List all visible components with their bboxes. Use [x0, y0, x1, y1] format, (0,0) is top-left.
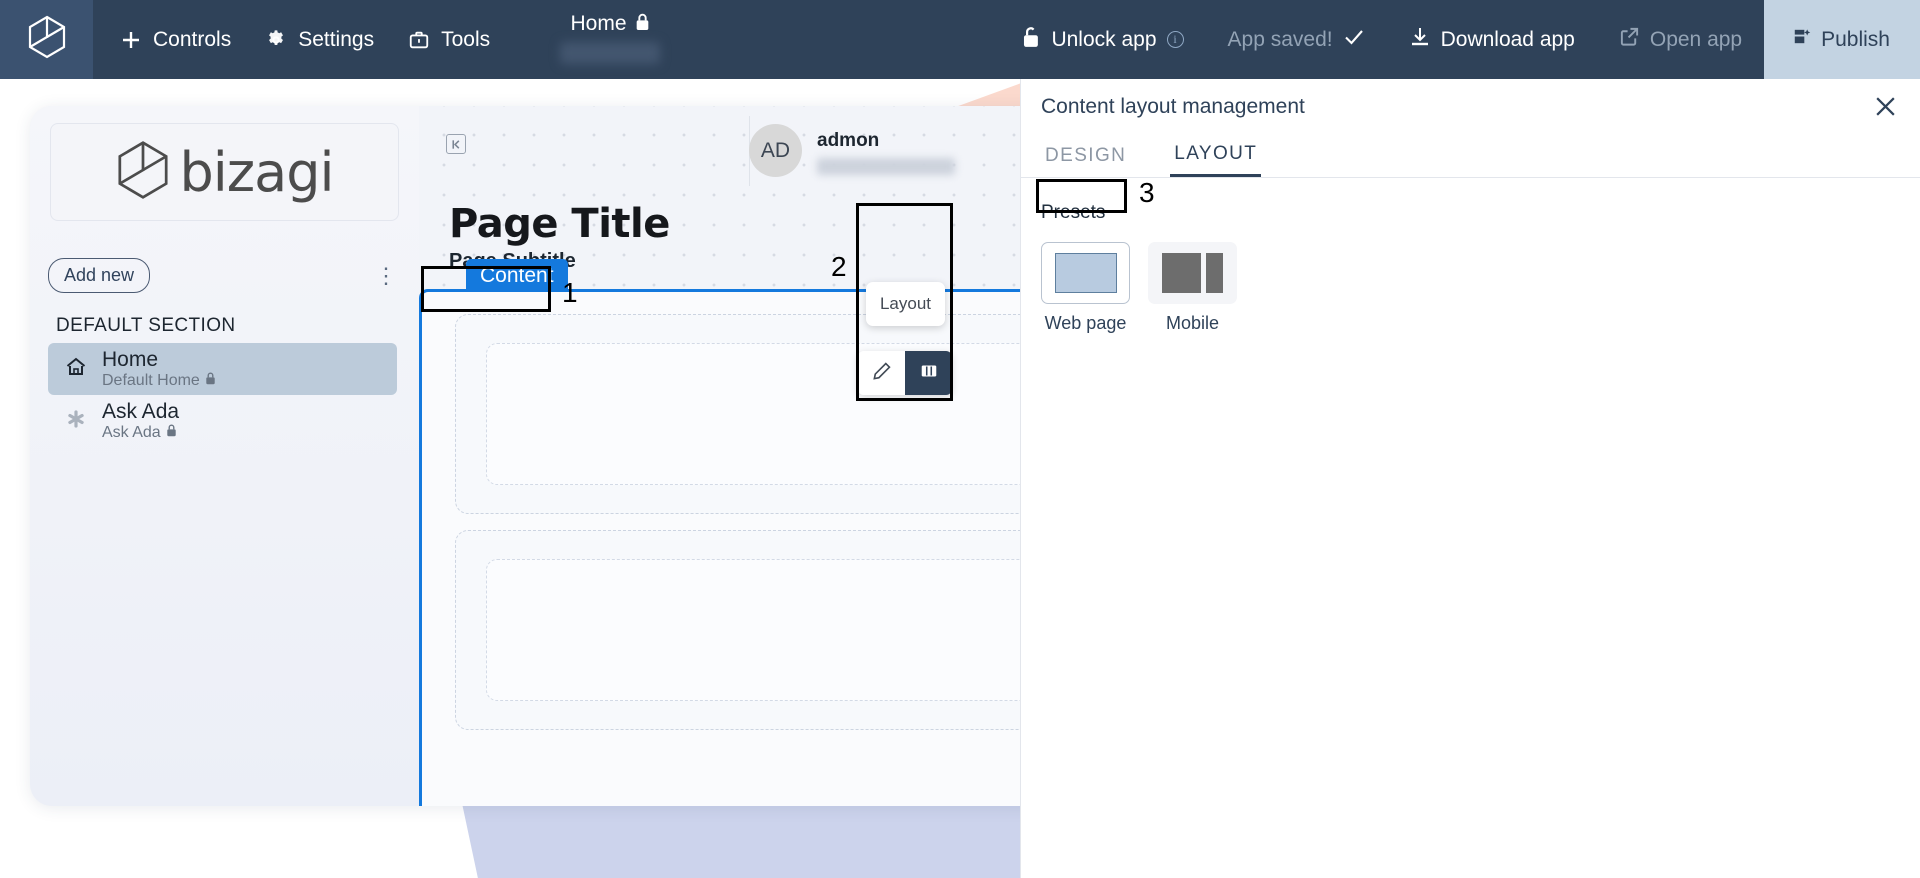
download-app-label: Download app [1440, 27, 1575, 51]
preview-section-label: DEFAULT SECTION [56, 315, 236, 336]
sidebar-item-home-subtitle: Default Home [102, 371, 200, 389]
bizagi-hex-logo-icon [28, 15, 66, 64]
user-block: admon [817, 130, 955, 175]
info-icon[interactable]: i [1166, 31, 1184, 48]
top-actions: Unlock app i App saved! Download app Ope… [1000, 0, 1920, 79]
preset-web-page[interactable]: Web page [1041, 242, 1130, 334]
page-title: Page Title [449, 201, 670, 247]
external-link-icon [1619, 26, 1640, 53]
plus-icon [120, 29, 142, 51]
main-nav: Controls Settings Tools [120, 28, 490, 52]
more-vertical-icon[interactable]: ⋮ [375, 264, 397, 286]
nav-controls[interactable]: Controls [120, 28, 231, 52]
user-name: admon [817, 130, 880, 151]
preset-mobile-thumb[interactable] [1148, 242, 1237, 304]
annotation-number-2: 2 [831, 251, 847, 282]
preset-mobile[interactable]: Mobile [1148, 242, 1237, 334]
page-id-blurred [560, 42, 660, 64]
gear-icon [265, 29, 287, 51]
user-email-blurred [817, 158, 955, 175]
current-page-indicator[interactable]: Home [560, 12, 660, 64]
placeholder-card-inner [486, 559, 1020, 701]
open-app-label: Open app [1649, 27, 1743, 51]
sidebar-item-ask-ada[interactable]: Ask Ada Ask Ada [48, 395, 397, 447]
app-saved-label: App saved! [1227, 27, 1333, 51]
preset-web-page-caption: Web page [1044, 313, 1127, 333]
app-saved-status: App saved! [1206, 0, 1387, 79]
annotation-box-2 [856, 203, 953, 401]
two-column-layout-icon [1162, 253, 1223, 293]
asterisk-icon [64, 407, 88, 436]
panel-title: Content layout management [1041, 94, 1305, 118]
sidebar-item-home[interactable]: Home Default Home [48, 343, 397, 395]
nav-settings[interactable]: Settings [265, 28, 374, 52]
download-app-button[interactable]: Download app [1387, 0, 1597, 79]
panel-header: Content layout management [1021, 79, 1920, 134]
publish-button[interactable]: Publish [1764, 0, 1920, 79]
panel-tabs: DESIGN LAYOUT [1021, 134, 1920, 178]
unlock-app-label: Unlock app [1051, 27, 1157, 51]
add-new-button[interactable]: Add new [48, 258, 151, 293]
placeholder-card[interactable] [455, 530, 1020, 730]
sidebar-item-ask-ada-title: Ask Ada [102, 399, 180, 423]
tab-layout[interactable]: LAYOUT [1170, 134, 1262, 177]
presets-row: Web page Mobile [1041, 242, 1920, 334]
preview-add-row: Add new ⋮ [48, 258, 397, 293]
home-icon [64, 355, 88, 384]
annotation-box-1 [421, 266, 551, 312]
presets-section: Presets Web page Mobile [1021, 178, 1920, 334]
annotation-box-3 [1036, 179, 1127, 213]
app-root: Controls Settings Tools Home Unlock app … [0, 0, 1920, 878]
tab-design[interactable]: DESIGN [1041, 134, 1130, 177]
bizagi-hex-logo-icon [116, 140, 170, 205]
lock-icon [166, 424, 177, 442]
publish-icon [1790, 26, 1811, 53]
toolbox-icon [408, 29, 430, 51]
nav-tools[interactable]: Tools [408, 28, 490, 52]
unlock-app-button[interactable]: Unlock app i [1000, 0, 1205, 79]
content-layout-panel: Content layout management DESIGN LAYOUT … [1020, 79, 1920, 878]
lock-icon [205, 372, 216, 390]
nav-tools-label: Tools [441, 27, 491, 51]
single-column-layout-icon [1054, 253, 1117, 293]
preview-brand-logo[interactable]: bizagi [50, 123, 399, 221]
collapse-panel-icon[interactable] [446, 134, 466, 154]
canvas-workspace: bizagi Add new ⋮ DEFAULT SECTION Home De… [0, 79, 1020, 878]
download-icon [1409, 26, 1431, 54]
preview-sidebar: bizagi Add new ⋮ DEFAULT SECTION Home De… [30, 106, 419, 806]
nav-controls-label: Controls [153, 27, 232, 51]
avatar[interactable]: AD [749, 124, 802, 177]
preset-mobile-caption: Mobile [1165, 313, 1220, 333]
sidebar-item-ask-ada-subtitle: Ask Ada [102, 423, 161, 441]
app-logo[interactable] [0, 0, 93, 79]
top-toolbar: Controls Settings Tools Home Unlock app … [0, 0, 1920, 79]
sidebar-item-home-title: Home [102, 347, 159, 371]
annotation-number-3: 3 [1139, 177, 1155, 208]
close-icon[interactable] [1872, 94, 1898, 120]
nav-settings-label: Settings [298, 27, 375, 51]
lock-icon [635, 13, 650, 36]
open-app-button[interactable]: Open app [1597, 0, 1764, 79]
preview-brand-name: bizagi [179, 140, 335, 204]
annotation-number-1: 1 [562, 277, 578, 308]
preset-web-page-thumb[interactable] [1041, 242, 1130, 304]
current-page-name: Home [570, 12, 627, 35]
check-icon [1343, 27, 1365, 53]
publish-label: Publish [1821, 27, 1890, 51]
unlock-icon [1022, 26, 1041, 54]
